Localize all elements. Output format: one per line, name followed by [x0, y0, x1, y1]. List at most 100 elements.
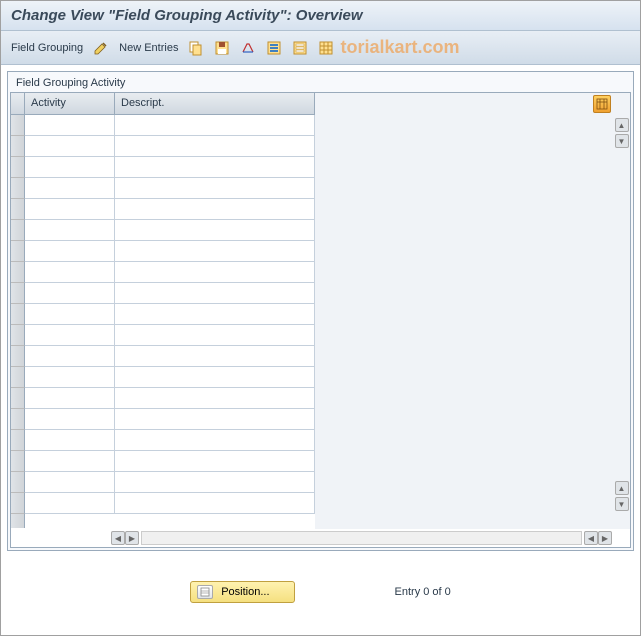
table-row[interactable]	[25, 409, 315, 430]
table-row[interactable]	[25, 178, 315, 199]
cell-descript[interactable]	[115, 178, 315, 198]
cell-descript[interactable]	[115, 283, 315, 303]
table-row[interactable]	[25, 472, 315, 493]
cell-descript[interactable]	[115, 325, 315, 345]
cell-activity[interactable]	[25, 241, 115, 261]
row-selector[interactable]	[11, 199, 25, 220]
cell-descript[interactable]	[115, 472, 315, 492]
table-config-icon[interactable]	[593, 95, 611, 113]
cell-activity[interactable]	[25, 283, 115, 303]
table-settings-icon[interactable]	[318, 40, 334, 56]
table-row[interactable]	[25, 346, 315, 367]
column-header-activity[interactable]: Activity	[25, 93, 115, 114]
cell-descript[interactable]	[115, 409, 315, 429]
cell-descript[interactable]	[115, 262, 315, 282]
table-row[interactable]	[25, 283, 315, 304]
table-row[interactable]	[25, 241, 315, 262]
row-selector[interactable]	[11, 220, 25, 241]
select-all-icon[interactable]	[266, 40, 282, 56]
table-row[interactable]	[25, 136, 315, 157]
cell-descript[interactable]	[115, 157, 315, 177]
row-selector[interactable]	[11, 178, 25, 199]
table-row[interactable]	[25, 325, 315, 346]
save-variant-icon[interactable]	[214, 40, 230, 56]
column-header-descript[interactable]: Descript.	[115, 93, 315, 114]
cell-descript[interactable]	[115, 451, 315, 471]
cell-activity[interactable]	[25, 220, 115, 240]
table-row[interactable]	[25, 157, 315, 178]
cell-descript[interactable]	[115, 430, 315, 450]
table-row[interactable]	[25, 199, 315, 220]
scroll-up-icon[interactable]: ▲	[615, 118, 629, 132]
cell-descript[interactable]	[115, 115, 315, 135]
cell-activity[interactable]	[25, 409, 115, 429]
table-row[interactable]	[25, 304, 315, 325]
deselect-all-icon[interactable]	[292, 40, 308, 56]
cell-activity[interactable]	[25, 367, 115, 387]
cell-activity[interactable]	[25, 304, 115, 324]
row-selector[interactable]	[11, 325, 25, 346]
revise-icon[interactable]	[240, 40, 256, 56]
cell-descript[interactable]	[115, 388, 315, 408]
scroll-right-icon[interactable]: ▶	[598, 531, 612, 545]
row-selector[interactable]	[11, 346, 25, 367]
row-selector[interactable]	[11, 493, 25, 514]
table-row[interactable]	[25, 115, 315, 136]
cell-activity[interactable]	[25, 388, 115, 408]
position-button[interactable]: Position...	[190, 581, 294, 603]
table-row[interactable]	[25, 220, 315, 241]
row-selector[interactable]	[11, 304, 25, 325]
row-selector[interactable]	[11, 115, 25, 136]
row-selector[interactable]	[11, 157, 25, 178]
cell-activity[interactable]	[25, 325, 115, 345]
cell-descript[interactable]	[115, 199, 315, 219]
cell-activity[interactable]	[25, 136, 115, 156]
cell-activity[interactable]	[25, 262, 115, 282]
cell-activity[interactable]	[25, 178, 115, 198]
cell-activity[interactable]	[25, 430, 115, 450]
row-selector[interactable]	[11, 241, 25, 262]
scroll-left-icon[interactable]: ◀	[584, 531, 598, 545]
cell-activity[interactable]	[25, 451, 115, 471]
copy-icon[interactable]	[188, 40, 204, 56]
row-selector[interactable]	[11, 514, 25, 528]
cell-activity[interactable]	[25, 115, 115, 135]
scroll-right-icon[interactable]: ▶	[125, 531, 139, 545]
cell-activity[interactable]	[25, 199, 115, 219]
field-grouping-button[interactable]: Field Grouping	[11, 42, 83, 54]
row-selector[interactable]	[11, 136, 25, 157]
row-selector[interactable]	[11, 409, 25, 430]
cell-descript[interactable]	[115, 136, 315, 156]
row-selector[interactable]	[11, 451, 25, 472]
cell-descript[interactable]	[115, 304, 315, 324]
edit-icon[interactable]	[93, 40, 109, 56]
select-all-rows[interactable]	[11, 93, 25, 115]
new-entries-button[interactable]: New Entries	[119, 42, 178, 54]
row-selector[interactable]	[11, 430, 25, 451]
cell-activity[interactable]	[25, 472, 115, 492]
row-selector[interactable]	[11, 283, 25, 304]
cell-activity[interactable]	[25, 493, 115, 513]
scroll-up-icon[interactable]: ▲	[615, 481, 629, 495]
cell-activity[interactable]	[25, 346, 115, 366]
table-row[interactable]	[25, 388, 315, 409]
cell-activity[interactable]	[25, 157, 115, 177]
cell-descript[interactable]	[115, 220, 315, 240]
row-selector[interactable]	[11, 367, 25, 388]
cell-descript[interactable]	[115, 346, 315, 366]
scroll-down-icon[interactable]: ▼	[615, 497, 629, 511]
cell-descript[interactable]	[115, 367, 315, 387]
scroll-down-icon[interactable]: ▼	[615, 134, 629, 148]
table-row[interactable]	[25, 493, 315, 514]
table-row[interactable]	[25, 367, 315, 388]
table-row[interactable]	[25, 430, 315, 451]
table-row[interactable]	[25, 451, 315, 472]
scroll-left-icon[interactable]: ◀	[111, 531, 125, 545]
hscroll-track[interactable]	[141, 531, 582, 545]
row-selector[interactable]	[11, 262, 25, 283]
row-selector[interactable]	[11, 388, 25, 409]
table-row[interactable]	[25, 262, 315, 283]
cell-descript[interactable]	[115, 241, 315, 261]
row-selector[interactable]	[11, 472, 25, 493]
cell-descript[interactable]	[115, 493, 315, 513]
